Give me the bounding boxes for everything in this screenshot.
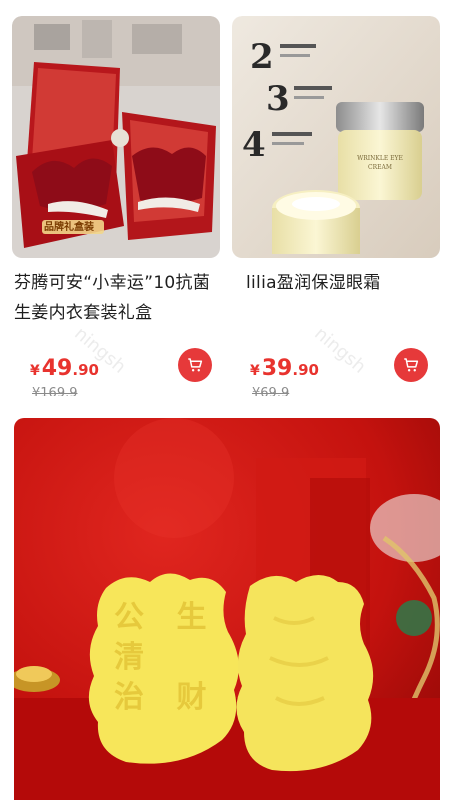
product-title[interactable]: 芬腾可安“小幸运”10抗菌生姜内衣套装礼盒 <box>14 268 218 328</box>
original-price: ¥169.9 <box>32 386 78 396</box>
add-to-cart-button[interactable] <box>394 348 428 382</box>
product-image-gold-stickers[interactable]: 公 生 清 治 财 <box>14 418 440 800</box>
price: ¥ 39 .90 <box>250 356 319 386</box>
svg-text:2: 2 <box>250 37 274 77</box>
sticker-char: 治 <box>114 680 144 715</box>
svg-text:3: 3 <box>266 79 290 119</box>
price-decimal: .90 <box>292 361 319 379</box>
product-image-gift-box[interactable]: 品牌礼盒装 <box>12 16 220 258</box>
price-integer: 49 <box>41 356 73 381</box>
product-title[interactable]: lilia盈润保湿眼霜 <box>246 268 440 298</box>
product-card-1[interactable]: 品牌礼盒装 芬腾可安“小幸运”10抗菌生姜内衣套装礼盒 ¥ 49 .90 ¥16… <box>12 16 220 396</box>
image-caption: 品牌礼盒装 <box>44 222 94 233</box>
sticker-char: 清 <box>114 640 144 675</box>
cart-icon <box>404 358 419 372</box>
price: ¥ 49 .90 <box>30 356 99 386</box>
original-price: ¥69.9 <box>252 386 290 396</box>
price-integer: 39 <box>261 356 293 381</box>
price-decimal: .90 <box>72 361 99 379</box>
sticker-char: 财 <box>176 680 207 715</box>
sticker-char: 生 <box>176 600 207 635</box>
product-card-2[interactable]: 2 3 4 WRINKLE EYE CREAM lilia盈润保湿眼霜 ¥ 39… <box>232 16 440 396</box>
currency-symbol: ¥ <box>250 363 260 379</box>
sticker-char: 公 <box>114 600 144 635</box>
currency-symbol: ¥ <box>30 363 40 379</box>
sticker-text: 公 生 清 治 财 <box>114 598 224 718</box>
add-to-cart-button[interactable] <box>178 348 212 382</box>
jar-label: WRINKLE EYE CREAM <box>357 155 403 171</box>
cart-icon <box>188 358 203 372</box>
svg-text:4: 4 <box>242 125 266 165</box>
product-image-eye-cream[interactable]: 2 3 4 WRINKLE EYE CREAM <box>232 16 440 258</box>
